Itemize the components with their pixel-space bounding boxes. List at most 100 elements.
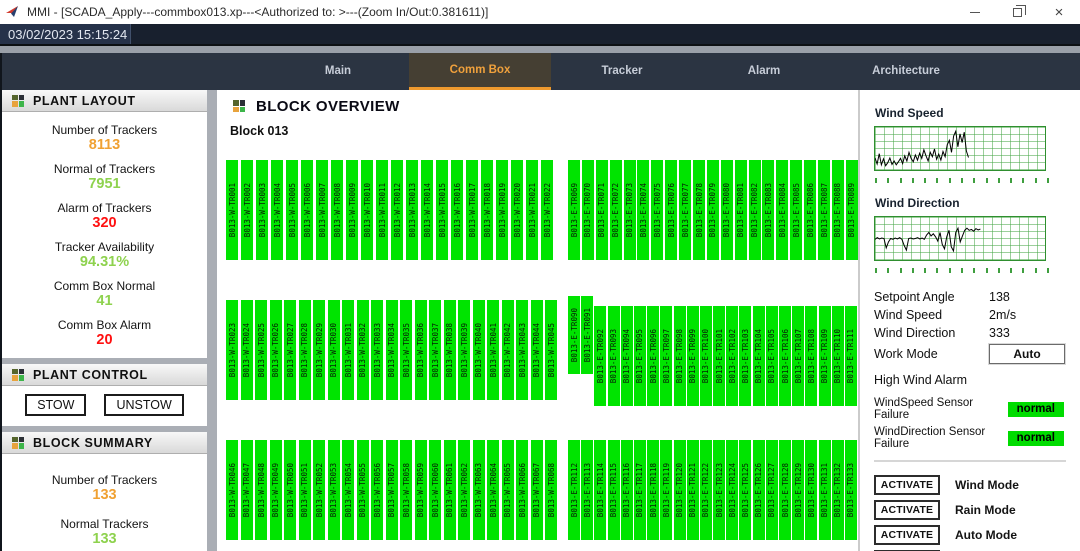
stow-button[interactable]: STOW xyxy=(25,394,86,416)
tracker-cell[interactable]: B013-W-TR056 xyxy=(371,440,383,540)
tracker-cell[interactable]: B013-W-TR067 xyxy=(531,440,543,540)
tracker-cell[interactable]: B013-W-TR002 xyxy=(241,160,253,260)
tracker-cell[interactable]: B013-W-TR061 xyxy=(444,440,456,540)
tracker-cell[interactable]: B013-E-TR100 xyxy=(700,306,712,406)
tracker-cell[interactable]: B013-W-TR062 xyxy=(458,440,470,540)
tracker-cell[interactable]: B013-E-TR102 xyxy=(726,306,738,406)
restore-button[interactable] xyxy=(996,0,1038,24)
tracker-cell[interactable]: B013-W-TR032 xyxy=(357,300,369,400)
tracker-cell[interactable]: B013-W-TR031 xyxy=(342,300,354,400)
tracker-cell[interactable]: B013-E-TR088 xyxy=(832,160,844,260)
tab-comm-box[interactable]: Comm Box xyxy=(409,53,551,90)
tracker-cell[interactable]: B013-E-TR120 xyxy=(674,440,686,540)
tracker-cell[interactable]: B013-W-TR003 xyxy=(256,160,268,260)
tracker-cell[interactable]: B013-W-TR019 xyxy=(496,160,508,260)
tracker-cell[interactable]: B013-E-TR112 xyxy=(568,440,580,540)
tracker-cell[interactable]: B013-E-TR101 xyxy=(713,306,725,406)
tracker-cell[interactable]: B013-E-TR095 xyxy=(634,306,646,406)
tracker-cell[interactable]: B013-W-TR023 xyxy=(226,300,238,400)
tracker-cell[interactable]: B013-W-TR053 xyxy=(328,440,340,540)
tracker-cell[interactable]: B013-E-TR122 xyxy=(700,440,712,540)
tracker-cell[interactable]: B013-E-TR098 xyxy=(674,306,686,406)
tracker-cell[interactable]: B013-W-TR060 xyxy=(429,440,441,540)
tracker-cell[interactable]: B013-E-TR086 xyxy=(804,160,816,260)
tracker-cell[interactable]: B013-W-TR068 xyxy=(545,440,557,540)
tracker-cell[interactable]: B013-W-TR064 xyxy=(487,440,499,540)
tracker-cell[interactable]: B013-W-TR029 xyxy=(313,300,325,400)
tracker-cell[interactable]: B013-W-TR045 xyxy=(545,300,557,400)
tab-tracker[interactable]: Tracker xyxy=(551,53,693,90)
activate-rain-mode-button[interactable]: ACTIVATE xyxy=(874,500,940,520)
tracker-cell[interactable]: B013-W-TR035 xyxy=(400,300,412,400)
tracker-cell[interactable]: B013-E-TR080 xyxy=(721,160,733,260)
tracker-cell[interactable]: B013-E-TR077 xyxy=(679,160,691,260)
tracker-cell[interactable]: B013-E-TR072 xyxy=(610,160,622,260)
tracker-cell[interactable]: B013-E-TR118 xyxy=(647,440,659,540)
tracker-cell[interactable]: B013-W-TR036 xyxy=(415,300,427,400)
tracker-cell[interactable]: B013-W-TR028 xyxy=(299,300,311,400)
tracker-cell[interactable]: B013-W-TR020 xyxy=(511,160,523,260)
tracker-cell[interactable]: B013-E-TR130 xyxy=(805,440,817,540)
tracker-cell[interactable]: B013-W-TR066 xyxy=(516,440,528,540)
tracker-cell[interactable]: B013-E-TR090 xyxy=(568,296,580,374)
tracker-cell[interactable]: B013-E-TR110 xyxy=(832,306,844,406)
tracker-cell[interactable]: B013-W-TR054 xyxy=(342,440,354,540)
tracker-cell[interactable]: B013-E-TR131 xyxy=(819,440,831,540)
tracker-cell[interactable]: B013-E-TR092 xyxy=(594,306,606,406)
tracker-cell[interactable]: B013-W-TR044 xyxy=(531,300,543,400)
tracker-cell[interactable]: B013-E-TR129 xyxy=(792,440,804,540)
tracker-cell[interactable]: B013-W-TR037 xyxy=(429,300,441,400)
tracker-cell[interactable]: B013-E-TR113 xyxy=(581,440,593,540)
activate-auto-mode-button[interactable]: ACTIVATE xyxy=(874,525,940,545)
tracker-cell[interactable]: B013-W-TR015 xyxy=(436,160,448,260)
tracker-cell[interactable]: B013-E-TR117 xyxy=(634,440,646,540)
tracker-cell[interactable]: B013-W-TR055 xyxy=(357,440,369,540)
tracker-cell[interactable]: B013-W-TR059 xyxy=(415,440,427,540)
tracker-cell[interactable]: B013-W-TR058 xyxy=(400,440,412,540)
tracker-cell[interactable]: B013-W-TR014 xyxy=(421,160,433,260)
tracker-cell[interactable]: B013-E-TR126 xyxy=(753,440,765,540)
tracker-cell[interactable]: B013-W-TR012 xyxy=(391,160,403,260)
work-mode-selector[interactable]: Auto xyxy=(989,344,1065,364)
tracker-cell[interactable]: B013-E-TR084 xyxy=(776,160,788,260)
tracker-cell[interactable]: B013-E-TR128 xyxy=(779,440,791,540)
tracker-cell[interactable]: B013-E-TR107 xyxy=(792,306,804,406)
tracker-cell[interactable]: B013-E-TR125 xyxy=(739,440,751,540)
tracker-cell[interactable]: B013-W-TR046 xyxy=(226,440,238,540)
tab-architecture[interactable]: Architecture xyxy=(835,53,977,90)
tracker-cell[interactable]: B013-W-TR033 xyxy=(371,300,383,400)
close-button[interactable]: × xyxy=(1038,0,1080,24)
tracker-cell[interactable]: B013-E-TR076 xyxy=(665,160,677,260)
tracker-cell[interactable]: B013-W-TR011 xyxy=(376,160,388,260)
tracker-cell[interactable]: B013-E-TR124 xyxy=(726,440,738,540)
tracker-cell[interactable]: B013-W-TR052 xyxy=(313,440,325,540)
tracker-cell[interactable]: B013-E-TR070 xyxy=(582,160,594,260)
tracker-cell[interactable]: B013-W-TR010 xyxy=(361,160,373,260)
tracker-cell[interactable]: B013-E-TR075 xyxy=(651,160,663,260)
tracker-cell[interactable]: B013-E-TR119 xyxy=(660,440,672,540)
tracker-cell[interactable]: B013-W-TR027 xyxy=(284,300,296,400)
tracker-cell[interactable]: B013-W-TR006 xyxy=(301,160,313,260)
tracker-cell[interactable]: B013-E-TR069 xyxy=(568,160,580,260)
tracker-cell[interactable]: B013-W-TR051 xyxy=(299,440,311,540)
tracker-cell[interactable]: B013-W-TR041 xyxy=(487,300,499,400)
tracker-cell[interactable]: B013-W-TR050 xyxy=(284,440,296,540)
tracker-cell[interactable]: B013-E-TR079 xyxy=(707,160,719,260)
tracker-cell[interactable]: B013-E-TR073 xyxy=(624,160,636,260)
tracker-cell[interactable]: B013-W-TR001 xyxy=(226,160,238,260)
tracker-cell[interactable]: B013-E-TR114 xyxy=(594,440,606,540)
tracker-cell[interactable]: B013-W-TR063 xyxy=(473,440,485,540)
tracker-cell[interactable]: B013-W-TR025 xyxy=(255,300,267,400)
tracker-cell[interactable]: B013-E-TR123 xyxy=(713,440,725,540)
tracker-cell[interactable]: B013-W-TR043 xyxy=(516,300,528,400)
tracker-cell[interactable]: B013-W-TR013 xyxy=(406,160,418,260)
tracker-cell[interactable]: B013-W-TR021 xyxy=(526,160,538,260)
tracker-cell[interactable]: B013-E-TR109 xyxy=(819,306,831,406)
tracker-cell[interactable]: B013-W-TR047 xyxy=(241,440,253,540)
tracker-cell[interactable]: B013-E-TR096 xyxy=(647,306,659,406)
tracker-cell[interactable]: B013-E-TR121 xyxy=(687,440,699,540)
tracker-cell[interactable]: B013-W-TR048 xyxy=(255,440,267,540)
tracker-cell[interactable]: B013-W-TR004 xyxy=(271,160,283,260)
tracker-cell[interactable]: B013-W-TR040 xyxy=(473,300,485,400)
tracker-cell[interactable]: B013-E-TR127 xyxy=(766,440,778,540)
